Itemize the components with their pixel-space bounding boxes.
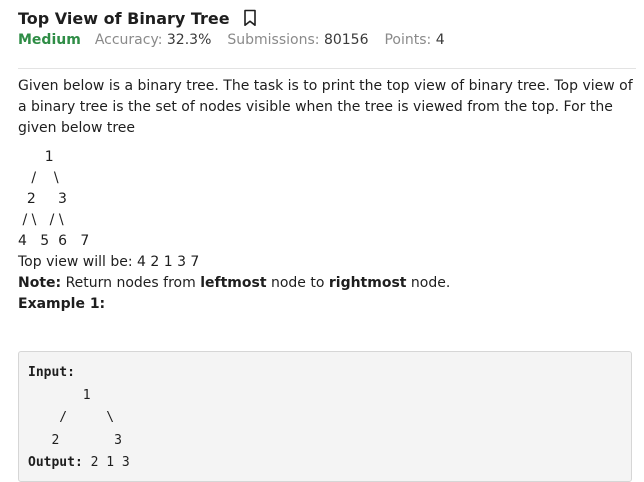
output-value: 2 1 3 <box>90 455 130 470</box>
accuracy-value: 32.3% <box>166 32 212 48</box>
tree-line: / \ / \ <box>18 212 64 228</box>
bookmark-icon[interactable] <box>243 9 257 27</box>
note-label: Note: <box>18 275 62 291</box>
note-text: node. <box>406 275 451 291</box>
problem-meta: Medium Accuracy: 32.3% Submissions: 8015… <box>18 29 636 51</box>
note-rightmost: rightmost <box>328 275 407 291</box>
output-label: Output: <box>28 455 83 470</box>
tree-line: 4 5 6 7 <box>18 233 90 249</box>
top-view-text: Top view will be: 4 2 1 3 7 <box>18 254 200 270</box>
statement-intro: Given below is a binary tree. The task i… <box>18 78 633 136</box>
tree-line: 1 <box>18 149 54 165</box>
submissions: Submissions: 80156 <box>227 29 368 51</box>
points: Points: 4 <box>384 29 444 51</box>
problem-title: Top View of Binary Tree <box>18 8 230 28</box>
problem-statement: Given below is a binary tree. The task i… <box>18 76 634 315</box>
points-label: Points: <box>384 32 432 48</box>
note-text: node to <box>266 275 329 291</box>
accuracy-label: Accuracy: <box>94 32 163 48</box>
note-text: Return nodes from <box>61 275 201 291</box>
input-tree-line: / \ <box>28 410 115 425</box>
tree-line: 2 3 <box>18 191 67 207</box>
tree-diagram: 1 / \ 2 3 / \ / \ 4 5 6 7 <box>18 147 634 252</box>
points-value: 4 <box>435 32 445 48</box>
header-divider <box>18 68 636 69</box>
difficulty-badge: Medium <box>18 32 81 48</box>
note: Note: Return nodes from leftmost node to… <box>18 273 634 294</box>
submissions-value: 80156 <box>323 32 369 48</box>
input-tree-line: 2 3 <box>28 432 122 448</box>
note-leftmost: leftmost <box>200 275 267 291</box>
input-tree-line: 1 <box>28 387 91 403</box>
input-label: Input: <box>28 365 75 380</box>
tree-line: / \ <box>18 170 59 186</box>
accuracy: Accuracy: 32.3% <box>95 29 212 51</box>
example-code-block: Input: 1 / \ 2 3 Output: 2 1 3 <box>18 351 632 482</box>
submissions-label: Submissions: <box>227 32 320 48</box>
problem-page: Top View of Binary Tree Medium Accuracy:… <box>18 7 636 482</box>
example-heading: Example 1: <box>18 296 106 312</box>
title-row: Top View of Binary Tree <box>18 7 636 29</box>
